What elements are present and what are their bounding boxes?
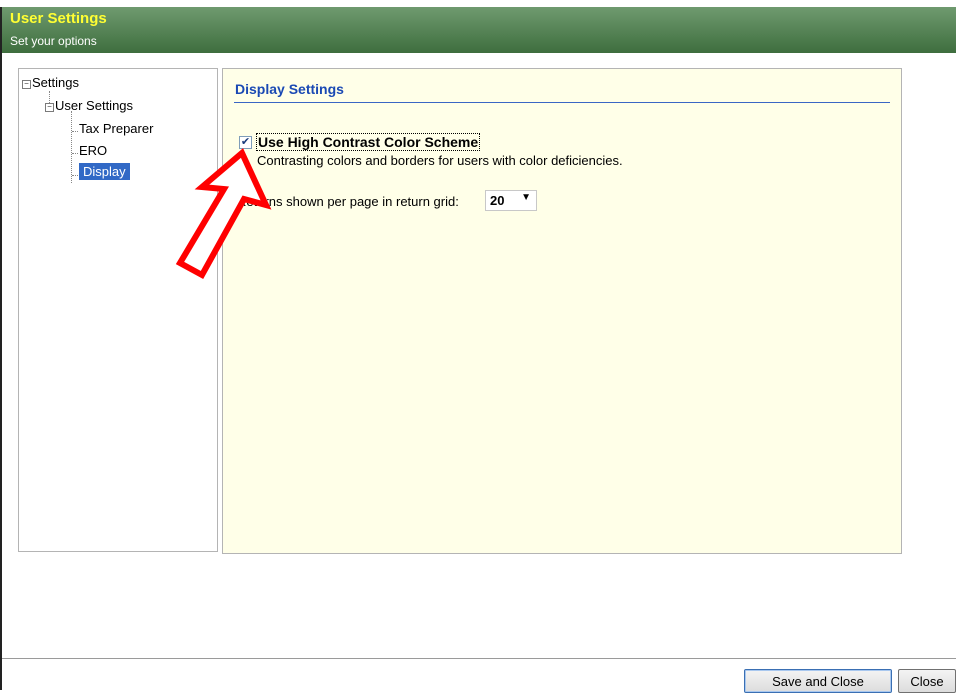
save-and-close-button[interactable]: Save and Close (744, 669, 892, 693)
window-subtitle: Set your options (10, 34, 97, 48)
tree-node-label: User Settings (55, 98, 134, 113)
returns-per-page-select[interactable]: 20 ▼ (485, 190, 537, 211)
window-title: User Settings (10, 10, 107, 27)
user-settings-window: User Settings Set your options − Settings… (0, 7, 956, 693)
select-value: 20 (490, 193, 505, 208)
footer-divider (2, 658, 956, 659)
tree-node-user-settings[interactable]: − User Settings (45, 98, 133, 113)
tree-node-label: Display (79, 163, 130, 180)
tree-node-tax-preparer[interactable]: Tax Preparer (79, 121, 153, 136)
tree-collapse-icon[interactable]: − (45, 103, 54, 112)
tree-node-settings[interactable]: − Settings (22, 75, 79, 90)
settings-tree: − Settings − User Settings Tax Preparer ER… (18, 68, 218, 552)
display-settings-panel: Display Settings ✔ Use High Contrast Col… (222, 68, 902, 554)
tree-guide-line (72, 153, 78, 154)
tree-guide-line (72, 175, 78, 176)
tree-guide-line (72, 131, 78, 132)
high-contrast-description: Contrasting colors and borders for users… (257, 153, 623, 168)
tree-node-display[interactable]: Display (79, 163, 130, 180)
tree-guide-line (71, 111, 72, 183)
tree-node-label: Tax Preparer (79, 121, 154, 136)
high-contrast-label[interactable]: Use High Contrast Color Scheme (256, 133, 481, 151)
section-heading: Display Settings (235, 81, 344, 97)
tree-node-label: Settings (32, 75, 79, 90)
dropdown-arrow-icon[interactable]: ▼ (521, 192, 531, 203)
annotation-arrow-icon (175, 148, 272, 280)
tree-node-label: ERO (79, 143, 108, 158)
tree-collapse-icon[interactable]: − (22, 80, 31, 89)
tree-node-ero[interactable]: ERO (79, 143, 107, 158)
title-bar: User Settings Set your options (2, 7, 956, 53)
section-divider (234, 102, 890, 103)
close-button[interactable]: Close (898, 669, 956, 693)
